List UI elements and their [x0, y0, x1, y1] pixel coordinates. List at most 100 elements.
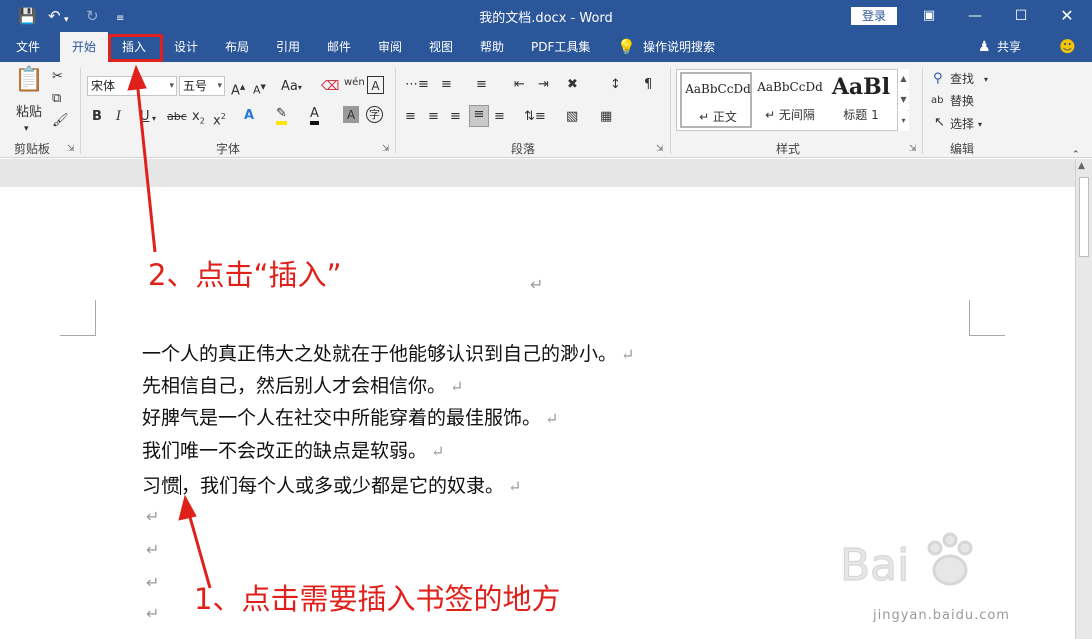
style-item-normal[interactable]: AaBbCcDd ↵ 正文	[680, 72, 752, 128]
bullets-icon[interactable]: ⋯≡	[405, 76, 429, 94]
underline-dropdown-icon[interactable]: ▾	[152, 110, 156, 128]
font-name-combo[interactable]: 宋体 ▾	[87, 76, 177, 96]
bold-icon[interactable]: B	[92, 108, 102, 126]
paste-button[interactable]: 粘贴	[16, 104, 42, 122]
tab-mailings[interactable]: 邮件	[327, 32, 351, 62]
minimize-icon[interactable]: —	[952, 4, 998, 28]
document-paragraph[interactable]: 我们唯一不会改正的缺点是软弱。 ↵	[142, 439, 444, 464]
highlight-color-icon[interactable]: ✎	[276, 107, 287, 125]
tab-design[interactable]: 设计	[174, 32, 198, 62]
title-bar: 💾 ↶ ▾ ↻ ≡ 我的文档.docx - Word 登录 ▣ — ☐ ✕	[0, 0, 1092, 32]
document-paragraph[interactable]: 习惯，我们每个人或多或少都是它的奴隶。 ↵	[142, 474, 521, 499]
redo-icon[interactable]: ↻	[86, 6, 99, 26]
share-person-icon[interactable]: ♟	[978, 32, 991, 62]
align-center-icon[interactable]: ≡	[428, 108, 439, 126]
replace-icon[interactable]: ab	[931, 92, 943, 110]
select-dropdown-icon[interactable]: ▾	[978, 116, 982, 134]
justify-icon[interactable]: ≡	[469, 105, 489, 127]
tab-file[interactable]: 文件	[16, 32, 40, 62]
tab-layout[interactable]: 布局	[225, 32, 249, 62]
smiley-feedback-icon[interactable]: ☻	[1059, 32, 1076, 62]
align-left-icon[interactable]: ≡	[405, 108, 416, 126]
phonetic-guide-icon[interactable]: wén	[344, 74, 365, 92]
scrollbar-thumb[interactable]	[1079, 177, 1089, 257]
scroll-up-arrow-icon[interactable]: ▲	[1078, 161, 1085, 171]
gallery-scroll-up-icon[interactable]: ▲	[897, 69, 909, 89]
format-painter-icon[interactable]: 🖌	[52, 112, 69, 130]
font-color-icon[interactable]: A	[310, 107, 319, 125]
undo-icon[interactable]: ↶	[48, 6, 61, 26]
font-size-combo[interactable]: 五号 ▾	[179, 76, 225, 96]
find-button[interactable]: 查找	[950, 70, 974, 88]
tab-view[interactable]: 视图	[429, 32, 453, 62]
share-button[interactable]: 共享	[997, 32, 1021, 62]
document-paragraph[interactable]: 好脾气是一个人在社交中所能穿着的最佳服饰。 ↵	[142, 406, 558, 431]
enclose-characters-icon[interactable]: 字	[366, 106, 383, 123]
style-item-heading-1[interactable]: AaBl 标题 1	[827, 72, 895, 128]
group-divider	[670, 68, 671, 154]
numbering-icon[interactable]: ≡	[441, 76, 452, 94]
underline-icon[interactable]: U	[140, 108, 150, 126]
find-dropdown-icon[interactable]: ▾	[984, 71, 988, 89]
tell-me-search[interactable]: 操作说明搜索	[643, 32, 715, 62]
show-hide-marks-icon[interactable]: ¶	[644, 76, 652, 94]
clear-formatting-icon[interactable]: ⌫	[321, 78, 339, 96]
superscript-icon[interactable]: x2	[213, 108, 226, 130]
font-name-dropdown-icon[interactable]: ▾	[169, 77, 174, 95]
find-icon[interactable]: ⚲	[933, 70, 943, 88]
multilevel-list-icon[interactable]: ≡	[476, 76, 487, 94]
strikethrough-icon[interactable]: abc	[167, 108, 187, 126]
character-border-icon[interactable]: A	[367, 76, 384, 94]
select-button[interactable]: 选择	[950, 115, 974, 133]
ribbon-display-options-icon[interactable]: ▣	[906, 4, 952, 28]
close-icon[interactable]: ✕	[1044, 4, 1090, 28]
italic-icon[interactable]: I	[116, 108, 121, 126]
customize-quick-access-icon[interactable]: ≡	[116, 9, 124, 29]
character-shading-icon[interactable]: A	[343, 106, 359, 123]
subscript-icon[interactable]: x2	[192, 108, 205, 131]
borders-icon[interactable]: ▦	[600, 108, 612, 126]
distributed-icon[interactable]: ≡	[494, 108, 505, 126]
shrink-font-icon[interactable]: A▼	[253, 78, 266, 100]
styles-gallery: AaBbCcDd ↵ 正文 AaBbCcDd ↵ 无间隔 AaBl 标题 1	[676, 69, 908, 131]
decrease-indent-icon[interactable]: ⇤	[514, 76, 525, 94]
sort-icon[interactable]: ↕	[610, 76, 621, 94]
shading-icon[interactable]: ▧	[566, 108, 578, 126]
tab-references[interactable]: 引用	[276, 32, 300, 62]
tab-review[interactable]: 审阅	[378, 32, 402, 62]
undo-dropdown-icon[interactable]: ▾	[64, 10, 69, 30]
document-paragraph[interactable]: 先相信自己，然后别人才会相信你。 ↵	[142, 374, 463, 399]
clipboard-launcher-icon[interactable]: ⇲	[67, 144, 75, 154]
save-icon[interactable]: 💾	[18, 6, 37, 26]
change-case-icon[interactable]: Aa▾	[281, 78, 302, 97]
copy-icon[interactable]: ⧉	[52, 90, 61, 108]
paste-icon[interactable]: 📋	[14, 67, 44, 91]
chinese-layout-icon[interactable]: ✖	[567, 76, 578, 94]
font-size-dropdown-icon[interactable]: ▾	[217, 77, 222, 95]
grow-font-icon[interactable]: A▲	[231, 78, 245, 100]
paste-dropdown-icon[interactable]: ▾	[24, 120, 29, 138]
tab-home[interactable]: 开始	[60, 32, 108, 62]
styles-launcher-icon[interactable]: ⇲	[909, 144, 917, 154]
ribbon: 📋 粘贴 ▾ ✂ ⧉ 🖌 剪贴板 ⇲ 宋体 ▾ 五号 ▾ A▲ A▼ Aa▾ ⌫…	[0, 62, 1092, 160]
gallery-more-icon[interactable]: ▾	[897, 111, 909, 131]
tab-help[interactable]: 帮助	[480, 32, 504, 62]
replace-button[interactable]: 替换	[950, 92, 974, 110]
document-paragraph[interactable]: 一个人的真正伟大之处就在于他能够认识到自己的渺小。 ↵	[142, 342, 634, 367]
align-right-icon[interactable]: ≡	[450, 108, 461, 126]
font-launcher-icon[interactable]: ⇲	[382, 144, 390, 154]
style-sample: AaBbCcDd	[685, 82, 751, 96]
tab-pdf-tools[interactable]: PDF工具集	[531, 32, 590, 62]
maximize-icon[interactable]: ☐	[998, 4, 1044, 28]
gallery-scroll-down-icon[interactable]: ▼	[897, 90, 909, 110]
login-button[interactable]: 登录	[851, 7, 897, 25]
text-effects-icon[interactable]: A	[244, 107, 254, 125]
cut-icon[interactable]: ✂	[52, 68, 63, 86]
increase-indent-icon[interactable]: ⇥	[538, 76, 549, 94]
paragraph-launcher-icon[interactable]: ⇲	[656, 144, 664, 154]
vertical-scrollbar[interactable]: ▲	[1075, 159, 1092, 639]
select-icon[interactable]: ↖	[934, 114, 945, 132]
style-item-no-spacing[interactable]: AaBbCcDd ↵ 无间隔	[754, 72, 826, 128]
svg-text:Bai: Bai	[840, 540, 909, 591]
line-spacing-icon[interactable]: ⇅≡	[524, 108, 546, 126]
